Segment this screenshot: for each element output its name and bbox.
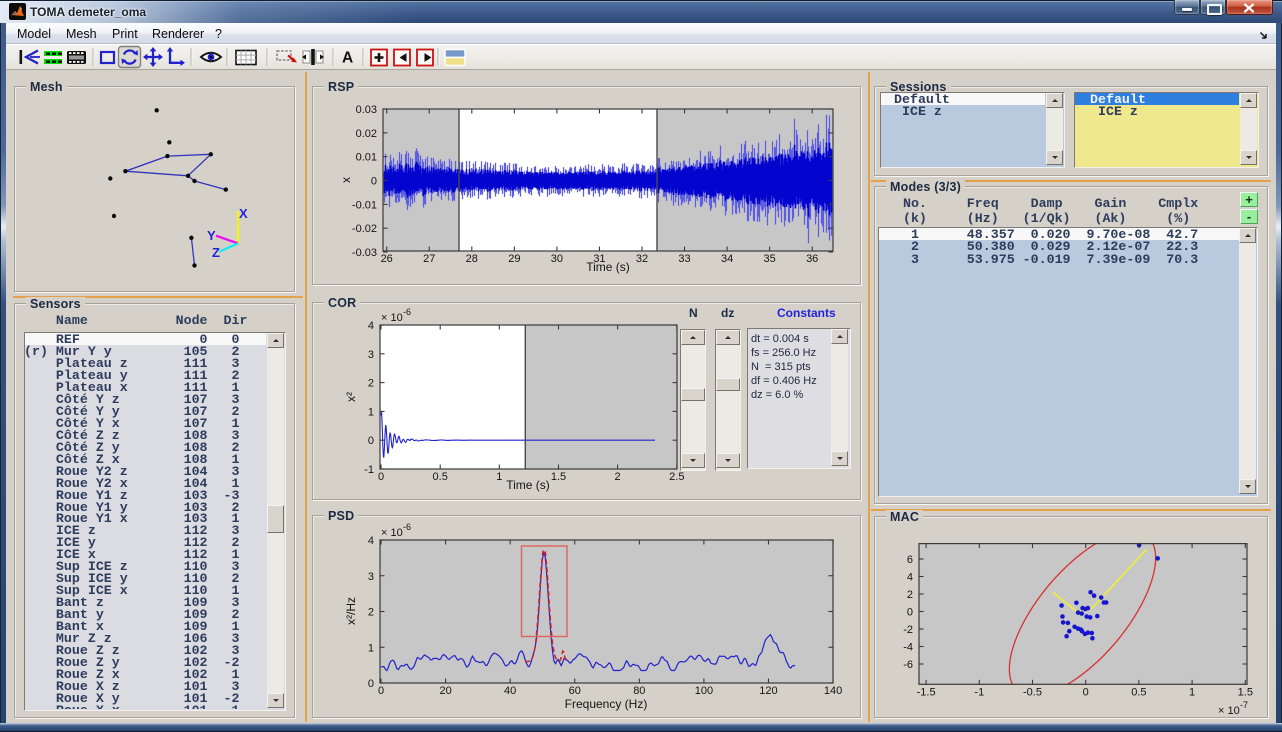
- svg-text:4: 4: [368, 535, 374, 547]
- svg-text:0.5: 0.5: [1131, 686, 1146, 698]
- svg-text:-6: -6: [403, 522, 411, 532]
- svg-text:Y: Y: [207, 228, 216, 243]
- svg-text:Frequency (Hz): Frequency (Hz): [565, 697, 648, 711]
- svg-text:2: 2: [368, 378, 374, 390]
- svg-text:Time (s): Time (s): [586, 260, 630, 274]
- svg-text:3: 3: [368, 571, 374, 583]
- svg-text:30: 30: [551, 253, 563, 265]
- svg-text:x: x: [339, 177, 353, 183]
- svg-text:-1.5: -1.5: [917, 686, 936, 698]
- svg-text:4: 4: [907, 572, 913, 584]
- svg-text:-6: -6: [903, 659, 913, 671]
- svg-text:34: 34: [721, 253, 733, 265]
- svg-text:36: 36: [806, 253, 818, 265]
- svg-text:35: 35: [764, 253, 776, 265]
- svg-text:2.5: 2.5: [669, 471, 684, 483]
- svg-text:1.5: 1.5: [1238, 686, 1253, 698]
- svg-text:0: 0: [368, 678, 374, 690]
- svg-text:28: 28: [466, 253, 478, 265]
- svg-text:80: 80: [633, 685, 645, 697]
- svg-text:0: 0: [368, 435, 374, 447]
- svg-text:29: 29: [508, 253, 520, 265]
- svg-text:32: 32: [636, 253, 648, 265]
- svg-text:x²: x²: [344, 392, 358, 402]
- svg-text:40: 40: [504, 685, 516, 697]
- svg-text:X: X: [239, 206, 248, 221]
- svg-text:× 10: × 10: [1218, 705, 1240, 717]
- svg-text:x²/Hz: x²/Hz: [344, 597, 358, 625]
- svg-text:-2: -2: [903, 624, 913, 636]
- svg-text:2: 2: [907, 589, 913, 601]
- svg-text:27: 27: [423, 253, 435, 265]
- svg-text:Time (s): Time (s): [506, 478, 550, 492]
- svg-text:0: 0: [907, 607, 913, 619]
- svg-text:-1: -1: [364, 464, 374, 476]
- svg-text:-0.5: -0.5: [1023, 686, 1042, 698]
- svg-text:0.02: 0.02: [356, 128, 377, 140]
- svg-text:3: 3: [368, 349, 374, 361]
- svg-text:-4: -4: [903, 642, 913, 654]
- svg-text:-0.01: -0.01: [352, 199, 377, 211]
- svg-text:140: 140: [824, 685, 842, 697]
- svg-text:× 10: × 10: [381, 527, 403, 539]
- svg-text:0: 0: [371, 176, 377, 188]
- svg-text:2: 2: [368, 607, 374, 619]
- svg-text:0.01: 0.01: [356, 152, 377, 164]
- svg-text:60: 60: [569, 685, 581, 697]
- svg-text:1: 1: [368, 642, 374, 654]
- svg-text:1.5: 1.5: [551, 471, 566, 483]
- svg-text:-1: -1: [974, 686, 984, 698]
- svg-text:0.5: 0.5: [433, 471, 448, 483]
- svg-text:33: 33: [678, 253, 690, 265]
- svg-text:1: 1: [368, 406, 374, 418]
- svg-text:0: 0: [378, 471, 384, 483]
- svg-text:120: 120: [759, 685, 777, 697]
- svg-text:Z: Z: [212, 245, 220, 260]
- svg-text:1: 1: [496, 471, 502, 483]
- svg-text:4: 4: [368, 320, 374, 332]
- svg-text:2: 2: [615, 471, 621, 483]
- svg-text:1: 1: [1189, 686, 1195, 698]
- svg-text:0.03: 0.03: [356, 104, 377, 116]
- svg-text:-0.02: -0.02: [352, 223, 377, 235]
- svg-text:6: 6: [907, 554, 913, 566]
- svg-text:0: 0: [1083, 686, 1089, 698]
- svg-text:20: 20: [439, 685, 451, 697]
- svg-text:0: 0: [378, 685, 384, 697]
- svg-text:26: 26: [381, 253, 393, 265]
- svg-text:-6: -6: [403, 307, 411, 317]
- svg-text:-7: -7: [1240, 700, 1248, 710]
- svg-text:× 10: × 10: [381, 312, 403, 324]
- svg-text:-0.03: -0.03: [352, 247, 377, 259]
- svg-text:100: 100: [695, 685, 713, 697]
- svg-text:A: A: [342, 50, 353, 67]
